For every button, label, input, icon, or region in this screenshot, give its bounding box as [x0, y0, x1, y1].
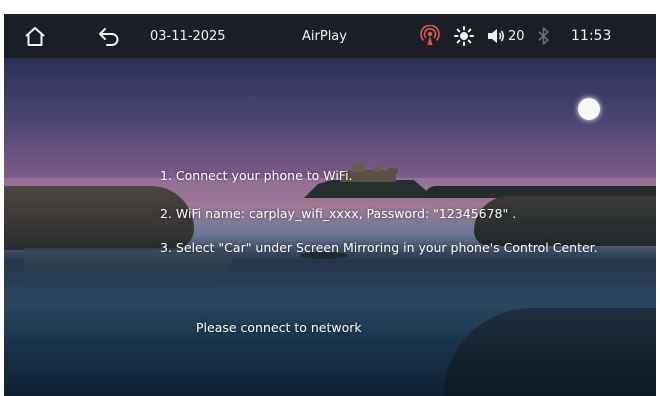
clock: 11:53: [571, 28, 612, 44]
instruction-step-1: 1. Connect your phone to WiFi.: [160, 168, 353, 183]
airplay-screen: 03-11-2025 AirPlay 20 11:53 1. Connect y…: [4, 14, 656, 396]
volume-level: 20: [508, 28, 525, 44]
status-bar: 03-11-2025 AirPlay 20 11:53: [4, 14, 656, 58]
bluetooth-icon: [535, 14, 553, 58]
instruction-step-3: 3. Select "Car" under Screen Mirroring i…: [160, 240, 598, 255]
brightness-icon[interactable]: [453, 14, 475, 58]
page-title: AirPlay: [302, 28, 347, 44]
moon: [578, 98, 600, 120]
rocks-foreground: [444, 308, 656, 396]
background-scene: 1. Connect your phone to WiFi. 2. WiFi n…: [4, 58, 656, 396]
rocks-right: [474, 196, 656, 246]
network-status-message: Please connect to network: [196, 320, 362, 335]
wireless-signal-icon: [418, 14, 442, 58]
instruction-step-2: 2. WiFi name: carplay_wifi_xxxx, Passwor…: [160, 206, 517, 221]
date-label: 03-11-2025: [150, 28, 226, 44]
volume-icon: [488, 29, 505, 43]
home-icon[interactable]: [20, 14, 50, 58]
back-arrow-icon[interactable]: [94, 14, 124, 58]
volume-control[interactable]: 20: [486, 14, 525, 58]
